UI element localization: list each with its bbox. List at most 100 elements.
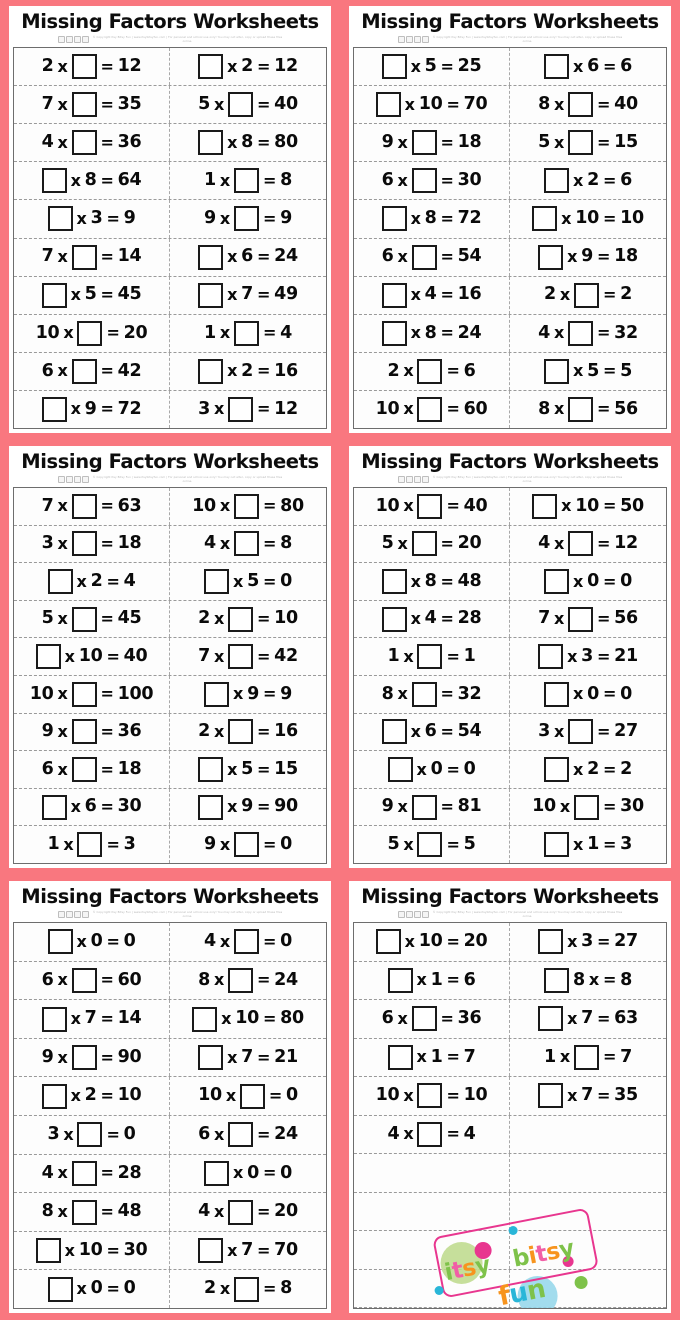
- equation-cell-right[interactable]: 4 x = 12: [510, 526, 666, 563]
- equation-cell-left[interactable]: x 2 = 4: [14, 563, 170, 600]
- equation-cell-left[interactable]: 10 x = 20: [14, 314, 170, 352]
- equation-cell-right[interactable]: x 0 = 0: [510, 563, 666, 600]
- equation-cell-left[interactable]: 7 x = 14: [14, 238, 170, 276]
- equation-cell-left[interactable]: x 4 = 16: [354, 276, 510, 314]
- equation-cell-right[interactable]: 3 x = 12: [170, 391, 326, 428]
- answer-blank-box[interactable]: [417, 493, 443, 519]
- answer-blank-box[interactable]: [538, 244, 564, 270]
- equation-cell-right[interactable]: x 3 = 27: [510, 923, 666, 961]
- worksheet-thumbnail-6[interactable]: Missing Factors Worksheets © Copyright It…: [340, 875, 680, 1320]
- equation-cell-left[interactable]: 6 x = 54: [354, 238, 510, 276]
- answer-blank-box[interactable]: [568, 719, 594, 745]
- answer-blank-box[interactable]: [573, 794, 599, 820]
- answer-blank-box[interactable]: [411, 244, 437, 270]
- answer-blank-box[interactable]: [239, 1083, 265, 1109]
- equation-cell-right[interactable]: x 8 = 80: [170, 124, 326, 161]
- answer-blank-box[interactable]: [411, 531, 437, 557]
- equation-cell-right[interactable]: x 2 = 12: [170, 48, 326, 85]
- answer-blank-box[interactable]: [198, 1045, 224, 1071]
- answer-blank-box[interactable]: [233, 531, 259, 557]
- equation-cell-left[interactable]: x 10 = 40: [14, 638, 170, 676]
- answer-blank-box[interactable]: [568, 130, 594, 156]
- equation-cell-left[interactable]: x 2 = 10: [14, 1077, 170, 1116]
- answer-blank-box[interactable]: [381, 719, 407, 745]
- equation-cell-left[interactable]: 3 x = 0: [14, 1116, 170, 1154]
- equation-cell-left[interactable]: x 0 = 0: [14, 1270, 170, 1308]
- equation-cell-left[interactable]: 8 x = 32: [354, 676, 510, 713]
- answer-blank-box[interactable]: [417, 832, 443, 858]
- answer-blank-box[interactable]: [375, 929, 401, 955]
- answer-blank-box[interactable]: [233, 929, 259, 955]
- equation-cell-right[interactable]: x 10 = 10: [510, 200, 666, 237]
- equation-cell-left[interactable]: [354, 1269, 510, 1308]
- equation-cell-left[interactable]: x 0 = 0: [354, 751, 510, 788]
- equation-cell-left[interactable]: x 5 = 25: [354, 48, 510, 86]
- answer-blank-box[interactable]: [71, 244, 97, 270]
- equation-cell-right[interactable]: x 9 = 18: [510, 239, 666, 276]
- equation-cell-right[interactable]: 1 x = 7: [510, 1039, 666, 1077]
- equation-cell-left[interactable]: x 10 = 30: [14, 1231, 170, 1270]
- equation-cell-right[interactable]: [510, 1231, 666, 1269]
- answer-blank-box[interactable]: [47, 1276, 73, 1302]
- equation-cell-left[interactable]: 10 x = 60: [354, 390, 510, 428]
- answer-blank-box[interactable]: [198, 794, 224, 820]
- equation-cell-left[interactable]: 7 x = 35: [14, 86, 170, 124]
- answer-blank-box[interactable]: [228, 1122, 254, 1148]
- answer-blank-box[interactable]: [573, 1044, 599, 1070]
- equation-cell-left[interactable]: x 4 = 28: [354, 600, 510, 638]
- answer-blank-box[interactable]: [71, 92, 97, 118]
- answer-blank-box[interactable]: [538, 1006, 564, 1032]
- equation-cell-right[interactable]: 5 x = 15: [510, 124, 666, 161]
- answer-blank-box[interactable]: [198, 757, 224, 782]
- answer-blank-box[interactable]: [35, 1238, 61, 1264]
- answer-blank-box[interactable]: [71, 493, 97, 519]
- answer-blank-box[interactable]: [544, 569, 570, 595]
- equation-cell-left[interactable]: x 6 = 30: [14, 788, 170, 826]
- answer-blank-box[interactable]: [417, 1121, 443, 1147]
- equation-cell-left[interactable]: [354, 1192, 510, 1231]
- equation-cell-right[interactable]: 10 x = 80: [170, 488, 326, 525]
- equation-cell-left[interactable]: x 9 = 72: [14, 390, 170, 428]
- answer-blank-box[interactable]: [41, 396, 67, 422]
- equation-cell-right[interactable]: x 2 = 2: [510, 751, 666, 788]
- answer-blank-box[interactable]: [538, 1083, 564, 1109]
- equation-cell-left[interactable]: 6 x = 36: [354, 1000, 510, 1038]
- equation-cell-left[interactable]: 2 x = 6: [354, 352, 510, 390]
- equation-cell-left[interactable]: x 8 = 72: [354, 200, 510, 238]
- equation-cell-right[interactable]: [510, 1193, 666, 1231]
- answer-blank-box[interactable]: [544, 168, 570, 194]
- equation-cell-left[interactable]: x 10 = 20: [354, 923, 510, 961]
- answer-blank-box[interactable]: [47, 206, 73, 232]
- answer-blank-box[interactable]: [71, 531, 97, 557]
- equation-cell-right[interactable]: 8 x = 56: [510, 391, 666, 428]
- equation-cell-right[interactable]: x 9 = 9: [170, 676, 326, 713]
- answer-blank-box[interactable]: [228, 719, 254, 745]
- answer-blank-box[interactable]: [204, 569, 230, 595]
- answer-blank-box[interactable]: [198, 282, 224, 308]
- answer-blank-box[interactable]: [417, 1083, 443, 1109]
- equation-cell-left[interactable]: 10 x = 40: [354, 488, 510, 525]
- equation-cell-left[interactable]: x 0 = 0: [14, 923, 170, 961]
- answer-blank-box[interactable]: [41, 168, 67, 194]
- answer-blank-box[interactable]: [41, 794, 67, 820]
- equation-cell-left[interactable]: [354, 1231, 510, 1269]
- equation-cell-right[interactable]: 2 x = 8: [170, 1270, 326, 1308]
- answer-blank-box[interactable]: [198, 358, 224, 384]
- equation-cell-right[interactable]: x 0 = 0: [510, 676, 666, 713]
- worksheet-thumbnail-1[interactable]: Missing Factors Worksheets © Copyright It…: [0, 0, 340, 440]
- answer-blank-box[interactable]: [411, 681, 437, 707]
- equation-cell-left[interactable]: x 6 = 54: [354, 713, 510, 751]
- answer-blank-box[interactable]: [568, 396, 594, 422]
- answer-blank-box[interactable]: [71, 606, 97, 632]
- answer-blank-box[interactable]: [233, 832, 259, 858]
- answer-blank-box[interactable]: [204, 681, 230, 707]
- answer-blank-box[interactable]: [573, 282, 599, 308]
- equation-cell-right[interactable]: x 0 = 0: [170, 1155, 326, 1193]
- answer-blank-box[interactable]: [198, 54, 224, 80]
- equation-cell-left[interactable]: 4 x = 28: [14, 1154, 170, 1193]
- equation-cell-right[interactable]: x 10 = 80: [170, 1000, 326, 1038]
- answer-blank-box[interactable]: [381, 282, 407, 308]
- equation-cell-left[interactable]: 2 x = 12: [14, 48, 170, 86]
- answer-blank-box[interactable]: [544, 681, 570, 707]
- equation-cell-right[interactable]: 2 x = 2: [510, 277, 666, 314]
